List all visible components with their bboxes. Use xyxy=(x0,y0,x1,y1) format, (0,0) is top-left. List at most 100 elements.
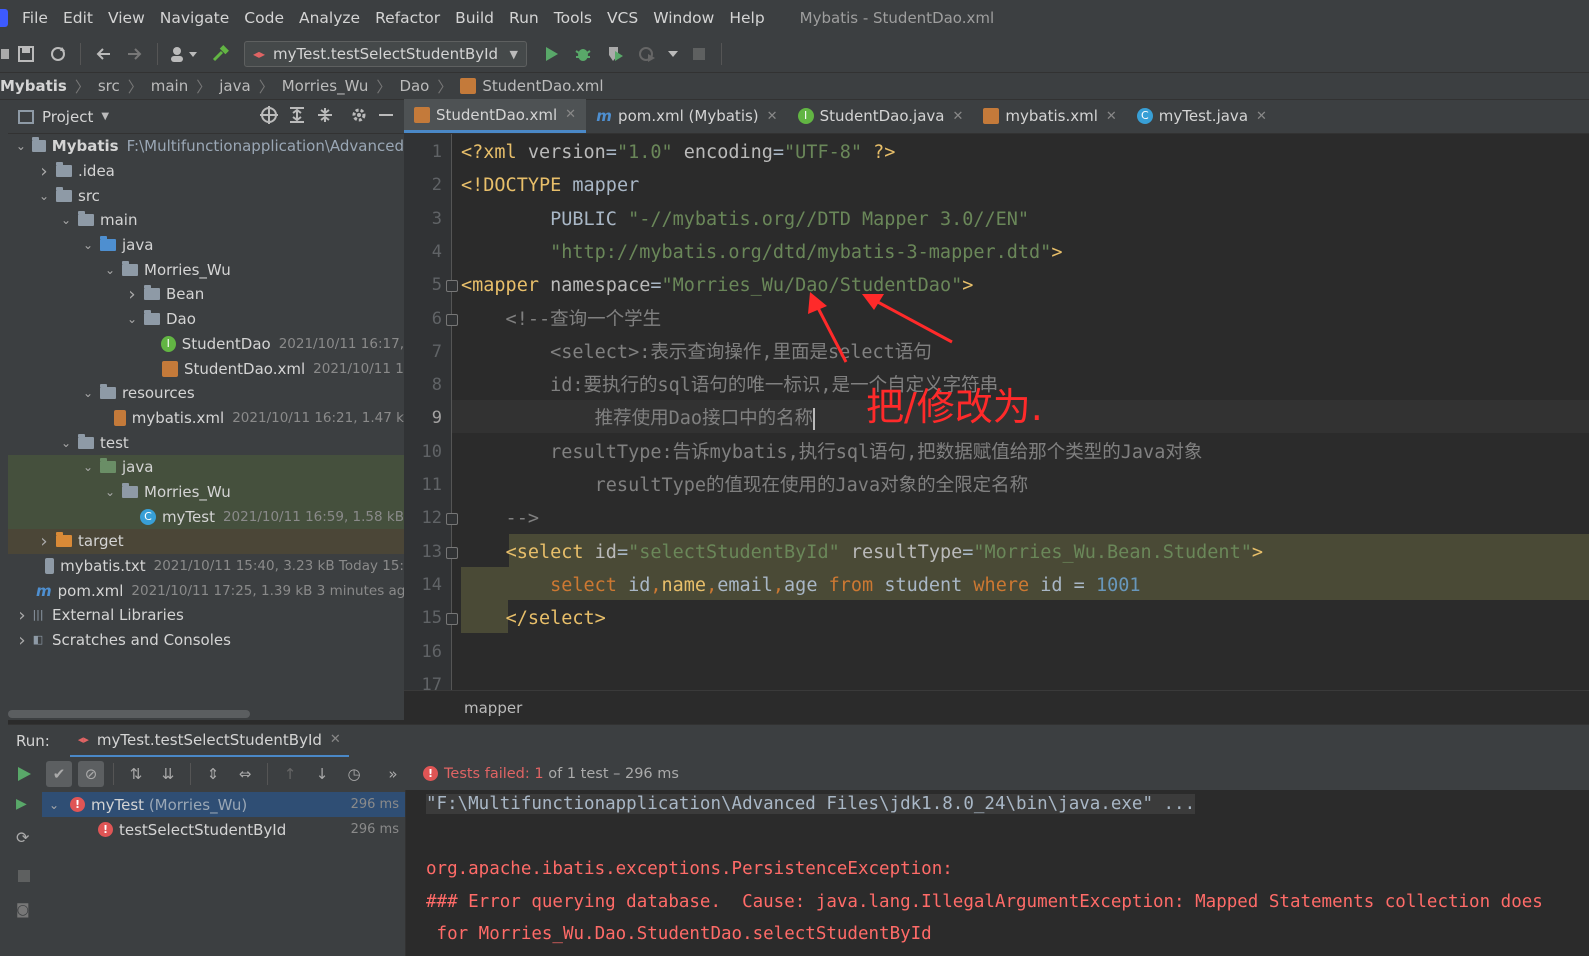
menu-tools[interactable]: Tools xyxy=(554,9,592,27)
tree-item[interactable]: StudentDao.xml 2021/10/11 1 xyxy=(8,356,404,381)
project-view-title[interactable]: Project xyxy=(42,108,93,126)
stop-icon[interactable] xyxy=(686,41,712,67)
breadcrumb-java[interactable]: java xyxy=(219,77,250,95)
tree-item[interactable]: › Bean xyxy=(8,282,404,307)
tree-item[interactable]: I StudentDao 2021/10/11 16:17, xyxy=(8,332,404,357)
chevron-right-icon[interactable]: › xyxy=(36,161,52,182)
chevron-right-icon[interactable]: › xyxy=(124,284,140,305)
close-icon[interactable]: ✕ xyxy=(1256,109,1267,124)
run-icon[interactable] xyxy=(538,41,564,67)
code-editor[interactable]: 1 2 3 4 5 6 7 8 9 10 11 12 13 14 15 16 17 <?xml version=… xyxy=(404,134,1589,690)
locate-icon[interactable] xyxy=(260,105,278,128)
minimize-icon[interactable] xyxy=(378,107,394,127)
history-icon[interactable]: ◷ xyxy=(341,761,367,787)
expand-all-icon[interactable]: ⇕ xyxy=(200,761,226,787)
horizontal-scrollbar[interactable] xyxy=(8,710,250,718)
menu-help[interactable]: Help xyxy=(729,9,764,27)
close-icon[interactable]: ✕ xyxy=(330,732,341,747)
close-icon[interactable]: ✕ xyxy=(565,107,576,122)
sync-icon[interactable] xyxy=(45,41,71,67)
tree-item[interactable]: › target xyxy=(8,529,404,554)
down-arrow-icon[interactable]: ↓ xyxy=(309,761,335,787)
tree-item[interactable]: › .idea xyxy=(8,159,404,184)
tree-item[interactable]: ⌄ src xyxy=(8,183,404,208)
tree-item[interactable]: ⌄ main xyxy=(8,208,404,233)
stop-icon[interactable] xyxy=(18,870,30,882)
chevron-down-icon[interactable]: ⌄ xyxy=(80,238,96,252)
menu-window[interactable]: Window xyxy=(653,9,714,27)
run-configuration-select[interactable]: ◂▸ myTest.testSelectStudentById ▼ xyxy=(244,41,527,67)
chevron-down-icon[interactable]: ⌄ xyxy=(124,312,140,326)
rerun-icon[interactable] xyxy=(11,761,37,787)
tree-item[interactable]: m pom.xml 2021/10/11 17:25, 1.39 kB 3 minu… xyxy=(8,578,404,603)
test-row-method[interactable]: ! testSelectStudentById 296 ms xyxy=(42,817,405,842)
chevron-down-icon[interactable]: ⌄ xyxy=(58,436,74,450)
menu-analyze[interactable]: Analyze xyxy=(299,9,360,27)
debug-icon[interactable] xyxy=(570,41,596,67)
close-icon[interactable]: ✕ xyxy=(767,109,778,124)
coverage-icon[interactable] xyxy=(602,41,628,67)
gear-icon[interactable] xyxy=(350,106,368,128)
expand-all-icon[interactable] xyxy=(288,106,306,128)
profile-icon[interactable] xyxy=(634,41,660,67)
tree-item[interactable]: ⌄ java xyxy=(8,233,404,258)
tree-item[interactable]: › ◧ Scratches and Consoles xyxy=(8,628,404,653)
chevron-down-icon[interactable] xyxy=(666,41,680,67)
menu-file[interactable]: File xyxy=(22,9,48,27)
test-row-class[interactable]: ⌄ ! myTest (Morries_Wu) 296 ms xyxy=(42,792,405,817)
camera-icon[interactable]: ◙ xyxy=(16,902,30,918)
editor-breadcrumb[interactable]: mapper xyxy=(404,690,1589,724)
show-ignored-icon[interactable]: ⊘ xyxy=(78,760,104,787)
breadcrumb-src[interactable]: src xyxy=(98,77,120,95)
console-output[interactable]: "F:\Multifunctionapplication\Advanced Fi… xyxy=(406,790,1589,956)
close-icon[interactable]: ✕ xyxy=(952,109,963,124)
tree-item[interactable]: › ||| External Libraries xyxy=(8,603,404,628)
tree-item[interactable]: ⌄ Morries_Wu xyxy=(8,257,404,282)
user-icon[interactable] xyxy=(167,41,201,67)
close-icon[interactable]: ✕ xyxy=(1106,109,1117,124)
chevron-down-icon[interactable]: ⌄ xyxy=(102,485,118,499)
save-icon[interactable] xyxy=(13,41,39,67)
menu-run[interactable]: Run xyxy=(509,9,539,27)
chevron-down-icon[interactable]: ⌄ xyxy=(58,213,74,227)
menu-vcs[interactable]: VCS xyxy=(607,9,638,27)
menu-build[interactable]: Build xyxy=(455,9,494,27)
menu-view[interactable]: View xyxy=(108,9,145,27)
show-passed-icon[interactable]: ✔ xyxy=(46,760,72,787)
more-icon[interactable]: » xyxy=(386,761,400,787)
up-arrow-icon[interactable]: ↑ xyxy=(277,761,303,787)
tab-studentdao-java[interactable]: I StudentDao.java ✕ xyxy=(788,99,974,133)
chevron-down-icon[interactable]: ⌄ xyxy=(36,189,52,203)
tree-item[interactable]: ⌄ java xyxy=(8,454,404,480)
menu-edit[interactable]: Edit xyxy=(63,9,93,27)
tree-item[interactable]: ⌄ test xyxy=(8,430,404,455)
forward-icon[interactable] xyxy=(122,41,148,67)
build-hammer-icon[interactable] xyxy=(207,41,233,67)
tree-item[interactable]: mybatis.txt 2021/10/11 15:40, 3.23 kB Tod… xyxy=(8,554,404,579)
chevron-right-icon[interactable]: › xyxy=(14,605,30,626)
chevron-down-icon[interactable]: ⌄ xyxy=(80,386,96,400)
chevron-right-icon[interactable]: › xyxy=(14,630,30,651)
back-icon[interactable] xyxy=(90,41,116,67)
chevron-down-icon[interactable]: ⌄ xyxy=(80,460,96,474)
breadcrumb-dao[interactable]: Dao xyxy=(399,77,429,95)
collapse-all-icon[interactable] xyxy=(316,106,334,128)
tree-item[interactable]: ⌄ resources xyxy=(8,381,404,406)
rerun-failed-icon[interactable]: ▶ xyxy=(16,796,27,812)
menu-code[interactable]: Code xyxy=(244,9,284,27)
tree-item[interactable]: ⌄ Mybatis F:\Multifunctionapplication\Adva… xyxy=(8,134,404,159)
collapse-all-icon[interactable]: ⇔ xyxy=(232,761,258,787)
sort-alpha-icon[interactable]: ⇅ xyxy=(123,761,149,787)
menu-navigate[interactable]: Navigate xyxy=(160,9,230,27)
chevron-right-icon[interactable]: › xyxy=(36,531,52,552)
breadcrumb-project[interactable]: Mybatis xyxy=(0,77,67,95)
breadcrumb-file[interactable]: StudentDao.xml xyxy=(460,77,604,95)
run-tab[interactable]: ◂▸ myTest.testSelectStudentById ✕ xyxy=(69,725,349,758)
menu-refactor[interactable]: Refactor xyxy=(375,9,440,27)
tree-item[interactable]: ⌄ Dao xyxy=(8,307,404,332)
folder-icon[interactable] xyxy=(0,41,10,67)
tree-item[interactable]: CmyTest 2021/10/11 16:59, 1.58 kB xyxy=(8,504,404,529)
tab-mybatis-xml[interactable]: mybatis.xml ✕ xyxy=(973,99,1126,133)
tab-studentdao-xml[interactable]: StudentDao.xml ✕ xyxy=(404,99,587,133)
tab-mytest-java[interactable]: C myTest.java ✕ xyxy=(1127,99,1277,133)
